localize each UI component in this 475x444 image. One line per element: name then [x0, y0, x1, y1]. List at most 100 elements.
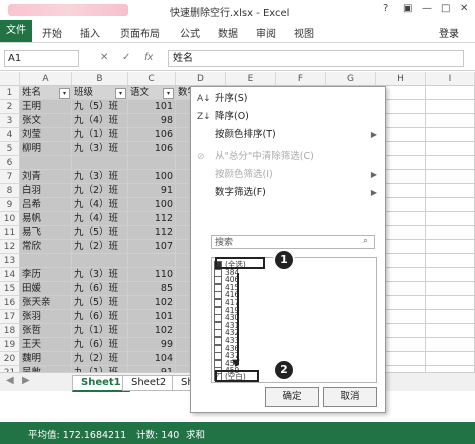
grid-cell[interactable]: 106: [128, 142, 176, 156]
filter-dropdown-button[interactable]: ▾: [163, 88, 174, 99]
grid-cell[interactable]: 100: [128, 170, 176, 184]
row-header[interactable]: 9: [0, 198, 20, 212]
ribbon-display-icon[interactable]: ▣: [403, 3, 412, 14]
insert-function-icon[interactable]: fx: [144, 52, 153, 63]
grid-cell[interactable]: 张天亲: [20, 296, 72, 310]
grid-cell[interactable]: 九（2）班: [72, 240, 128, 254]
row-header[interactable]: 13: [0, 254, 20, 268]
tab-review[interactable]: 审阅: [256, 25, 276, 40]
grid-cell[interactable]: 易帆: [20, 212, 72, 226]
grid-cell[interactable]: 班级 ▾: [72, 86, 128, 100]
tab-data[interactable]: 数据: [218, 25, 238, 40]
menu-sort-ascending[interactable]: A↓ 升序(S): [191, 91, 385, 107]
grid-cell[interactable]: 112: [128, 226, 176, 240]
row-header[interactable]: 8: [0, 184, 20, 198]
grid-cell[interactable]: [426, 338, 475, 352]
grid-cell[interactable]: 107: [128, 240, 176, 254]
column-header-f[interactable]: F: [276, 72, 326, 86]
row-header[interactable]: 7: [0, 170, 20, 184]
grid-cell[interactable]: 语文 ▾: [128, 86, 176, 100]
column-header-i[interactable]: I: [426, 72, 475, 86]
row-header[interactable]: 1: [0, 86, 20, 100]
maximize-icon[interactable]: □: [441, 3, 450, 14]
grid-cell[interactable]: [20, 254, 72, 268]
tab-insert[interactable]: 插入: [80, 25, 100, 40]
grid-cell[interactable]: [426, 282, 475, 296]
row-header[interactable]: 11: [0, 226, 20, 240]
grid-cell[interactable]: 102: [128, 324, 176, 338]
grid-cell[interactable]: [72, 254, 128, 268]
row-header[interactable]: 12: [0, 240, 20, 254]
grid-cell[interactable]: 98: [128, 114, 176, 128]
grid-cell[interactable]: 101: [128, 310, 176, 324]
grid-cell[interactable]: 91: [128, 184, 176, 198]
tab-page-layout[interactable]: 页面布局: [120, 25, 160, 40]
grid-cell[interactable]: [128, 254, 176, 268]
grid-cell[interactable]: [426, 170, 475, 184]
name-box[interactable]: A1: [4, 50, 79, 67]
grid-cell[interactable]: 王明: [20, 100, 72, 114]
grid-cell[interactable]: [426, 142, 475, 156]
grid-cell[interactable]: 110: [128, 268, 176, 282]
grid-cell[interactable]: [426, 324, 475, 338]
grid-cell[interactable]: [426, 352, 475, 366]
column-header-h[interactable]: H: [376, 72, 426, 86]
column-header-c[interactable]: C: [128, 72, 176, 86]
help-icon[interactable]: ?: [383, 3, 388, 14]
cancel-button[interactable]: 取消: [323, 387, 377, 407]
row-header[interactable]: 4: [0, 128, 20, 142]
close-icon[interactable]: ✕: [460, 3, 468, 14]
sheet-tab-sheet1[interactable]: Sheet1: [72, 375, 130, 392]
grid-cell[interactable]: 85: [128, 282, 176, 296]
menu-number-filters[interactable]: 数字筛选(F) ▶: [191, 185, 385, 201]
row-header[interactable]: 14: [0, 268, 20, 282]
menu-sort-descending[interactable]: Z↓ 降序(O): [191, 109, 385, 125]
filter-dropdown-button[interactable]: ▾: [115, 88, 126, 99]
grid-cell[interactable]: 王天: [20, 338, 72, 352]
select-all-corner[interactable]: [0, 72, 20, 86]
row-header[interactable]: 17: [0, 310, 20, 324]
grid-cell[interactable]: 易飞: [20, 226, 72, 240]
grid-cell[interactable]: 九（3）班: [72, 268, 128, 282]
scroll-right-icon[interactable]: ▶: [22, 375, 30, 386]
grid-cell[interactable]: 九（3）班: [72, 142, 128, 156]
grid-cell[interactable]: [426, 100, 475, 114]
grid-cell[interactable]: [426, 310, 475, 324]
grid-cell[interactable]: 九（6）班: [72, 310, 128, 324]
filter-search-input[interactable]: 搜索: [211, 235, 375, 249]
grid-cell[interactable]: 九（1）班: [72, 324, 128, 338]
grid-cell[interactable]: 102: [128, 296, 176, 310]
row-header[interactable]: 2: [0, 100, 20, 114]
grid-cell[interactable]: 101: [128, 100, 176, 114]
grid-cell[interactable]: 姓名 ▾: [20, 86, 72, 100]
grid-cell[interactable]: 九（2）班: [72, 352, 128, 366]
grid-cell[interactable]: 九（5）班: [72, 100, 128, 114]
grid-cell[interactable]: 九（4）班: [72, 198, 128, 212]
grid-cell[interactable]: [128, 156, 176, 170]
minimize-icon[interactable]: —: [422, 3, 432, 14]
grid-cell[interactable]: 99: [128, 338, 176, 352]
row-header[interactable]: 18: [0, 324, 20, 338]
tab-formulas[interactable]: 公式: [180, 25, 200, 40]
menu-sort-by-color[interactable]: 按颜色排序(T) ▶: [191, 127, 385, 143]
row-header[interactable]: 16: [0, 296, 20, 310]
row-header[interactable]: 6: [0, 156, 20, 170]
grid-cell[interactable]: 张羽: [20, 310, 72, 324]
grid-cell[interactable]: [426, 86, 475, 100]
grid-cell[interactable]: 104: [128, 352, 176, 366]
grid-cell[interactable]: 九（4）班: [72, 212, 128, 226]
grid-cell[interactable]: [426, 198, 475, 212]
scroll-left-icon[interactable]: ◀: [6, 375, 14, 386]
row-header[interactable]: 20: [0, 352, 20, 366]
grid-cell[interactable]: [426, 114, 475, 128]
grid-cell[interactable]: 九（3）班: [72, 170, 128, 184]
row-header[interactable]: 10: [0, 212, 20, 226]
column-header-a[interactable]: A: [20, 72, 72, 86]
grid-cell[interactable]: 吕希: [20, 198, 72, 212]
quick-access-toolbar[interactable]: [8, 4, 128, 16]
grid-cell[interactable]: [426, 184, 475, 198]
grid-cell[interactable]: 常欣: [20, 240, 72, 254]
login-link[interactable]: 登录: [439, 25, 459, 40]
grid-cell[interactable]: 九（4）班: [72, 114, 128, 128]
grid-cell[interactable]: [426, 156, 475, 170]
